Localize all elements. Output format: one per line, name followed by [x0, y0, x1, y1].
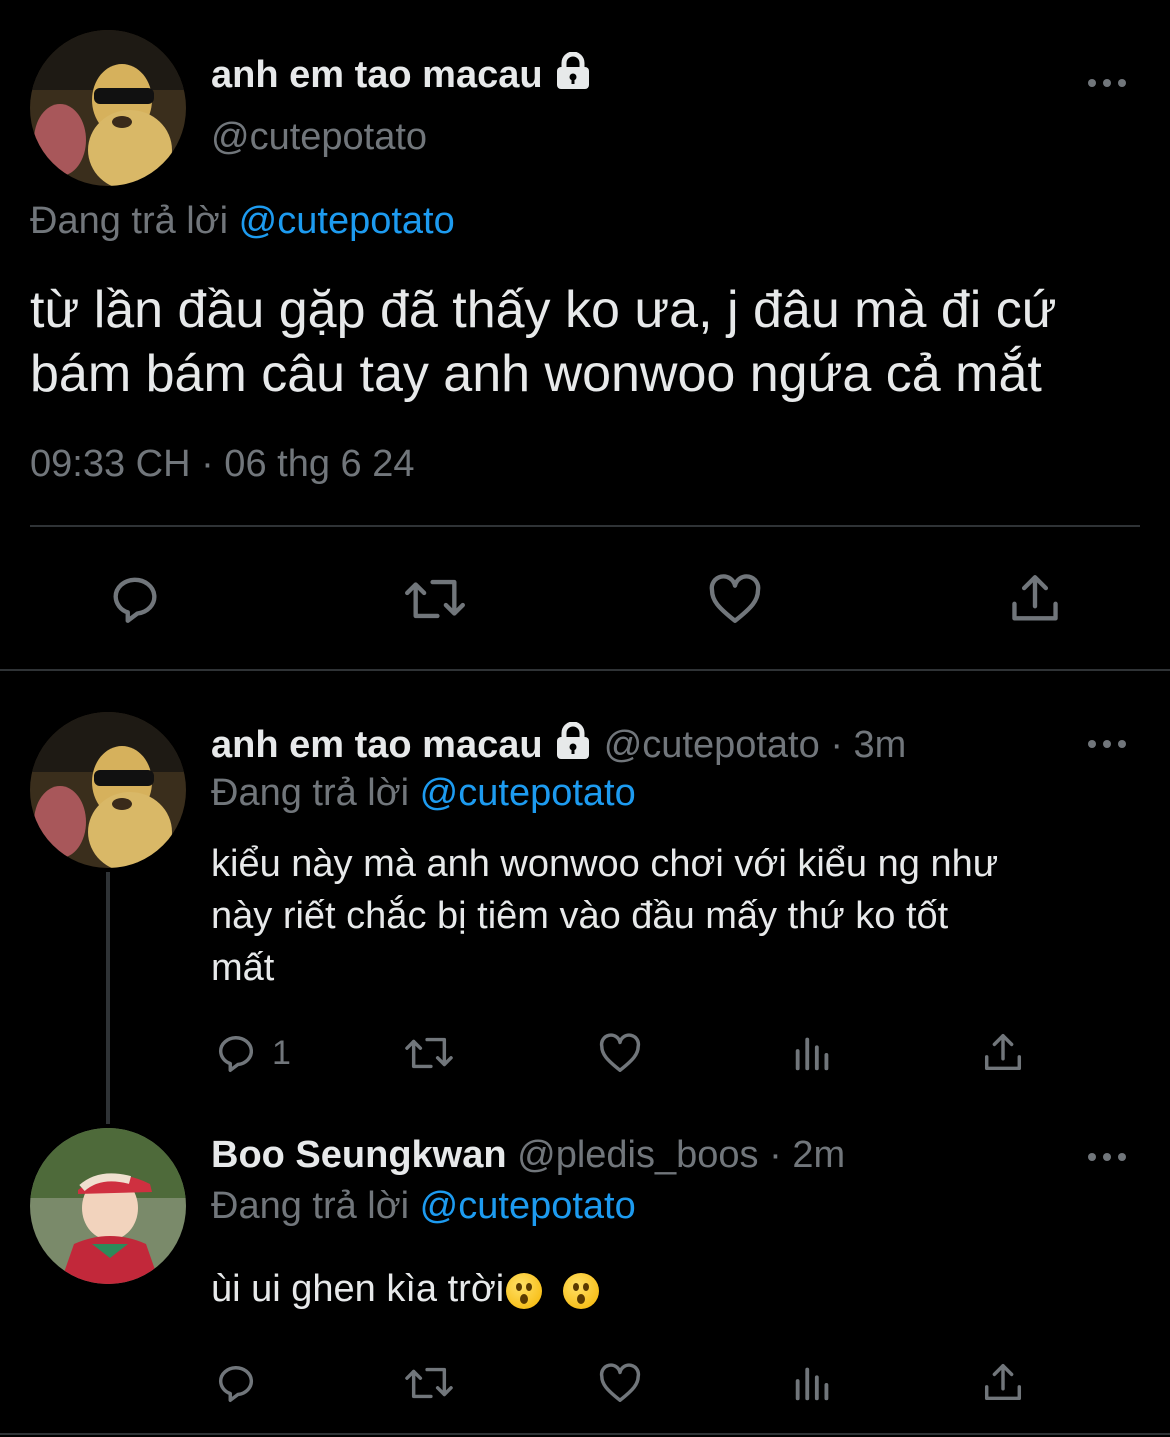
emoji-astonished-icon [562, 1272, 599, 1309]
lock-icon [553, 51, 593, 102]
share-icon[interactable] [980, 1360, 1026, 1406]
tweet-header: anh em tao macau @cutepotato · 3m [211, 721, 907, 772]
bottom-divider [0, 1433, 1170, 1435]
handle[interactable]: @cutepotato [604, 724, 820, 766]
handle[interactable]: @pledis_boos [517, 1134, 758, 1176]
tweet-header: Boo Seungkwan @pledis_boos · 2m [211, 1134, 846, 1176]
lock-icon [553, 721, 593, 772]
more-icon[interactable] [1088, 73, 1128, 93]
timestamp[interactable]: 09:33 CH · 06 thg 6 24 [30, 443, 414, 486]
avatar[interactable] [30, 30, 186, 186]
reply-icon[interactable] [213, 1030, 259, 1076]
emoji-astonished-icon [506, 1272, 543, 1309]
views-icon[interactable] [790, 1360, 836, 1406]
reply-icon[interactable] [213, 1360, 259, 1406]
reply-count: 1 [272, 1034, 291, 1072]
display-name[interactable]: Boo Seungkwan [211, 1134, 507, 1176]
tweet-time[interactable]: 3m [854, 724, 907, 766]
reply-context: Đang trả lời @cutepotato [30, 200, 455, 242]
more-icon[interactable] [1088, 1147, 1128, 1167]
display-name[interactable]: anh em tao macau [211, 724, 543, 766]
avatar[interactable] [30, 712, 186, 868]
tweet-time[interactable]: 2m [792, 1134, 845, 1176]
views-icon[interactable] [790, 1030, 836, 1076]
more-icon[interactable] [1088, 734, 1128, 754]
tweet-text: kiểu này mà anh wonwoo chơi với kiểu ng … [211, 843, 999, 989]
reply-to-link[interactable]: @cutepotato [239, 200, 455, 242]
share-icon[interactable] [980, 1030, 1026, 1076]
avatar[interactable] [30, 1128, 186, 1284]
reply-icon[interactable] [106, 570, 164, 628]
reply-context: Đang trả lời @cutepotato [211, 1185, 636, 1227]
like-icon[interactable] [597, 1360, 643, 1406]
retweet-icon[interactable] [402, 1030, 456, 1076]
handle[interactable]: @cutepotato [211, 116, 427, 159]
display-name[interactable]: anh em tao macau [211, 51, 593, 102]
section-divider [0, 669, 1170, 671]
reply-to-link[interactable]: @cutepotato [420, 1185, 636, 1227]
tweet-text: ùi ui ghen kìa trời [211, 1268, 599, 1311]
like-icon[interactable] [706, 570, 764, 628]
reply-context: Đang trả lời @cutepotato [211, 772, 636, 814]
thread-line [106, 872, 110, 1124]
tweet-text: từ lần đầu gặp đã thấy ko ưa, j đâu mà đ… [30, 281, 1057, 403]
share-icon[interactable] [1006, 570, 1064, 628]
retweet-icon[interactable] [402, 1360, 456, 1406]
like-icon[interactable] [597, 1030, 643, 1076]
reply-to-link[interactable]: @cutepotato [420, 772, 636, 814]
divider [30, 525, 1140, 527]
retweet-icon[interactable] [402, 570, 468, 628]
